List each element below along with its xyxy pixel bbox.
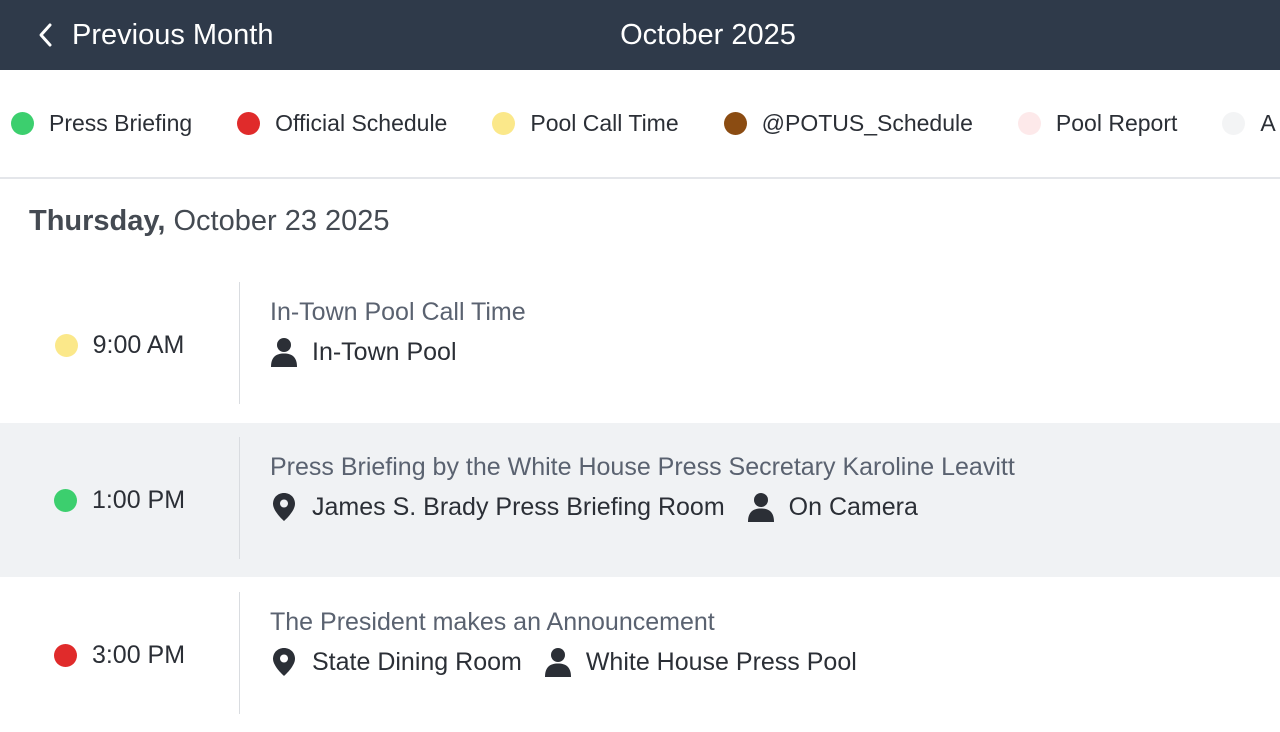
legend-label: Press Briefing xyxy=(49,110,193,136)
legend-item-cut-off[interactable]: A xyxy=(1222,110,1276,137)
event-meta-row: State Dining Room White House Press Pool xyxy=(270,647,879,677)
event-location-text: James S. Brady Press Briefing Room xyxy=(312,492,725,521)
event-location: State Dining Room xyxy=(270,647,522,677)
top-bar: Previous Month October 2025 xyxy=(0,0,1280,70)
event-time: 3:00 PM xyxy=(91,640,186,669)
event-title: Press Briefing by the White House Press … xyxy=(270,453,1015,481)
event-audience-text: In-Town Pool xyxy=(312,337,457,366)
event-meta-row: In-Town Pool xyxy=(270,337,526,367)
event-type-legend: Press Briefing Official Schedule Pool Ca… xyxy=(0,70,1280,179)
event-audience: In-Town Pool xyxy=(270,337,457,367)
event-audience: White House Press Pool xyxy=(544,647,857,677)
event-details: In-Town Pool Call Time In-Town Pool xyxy=(270,298,526,367)
legend-item-official-schedule[interactable]: Official Schedule xyxy=(237,110,447,137)
legend-dot xyxy=(1222,112,1246,135)
event-title: In-Town Pool Call Time xyxy=(270,298,526,326)
event-location: James S. Brady Press Briefing Room xyxy=(270,492,725,522)
legend-dot xyxy=(11,112,34,135)
event-row[interactable]: 1:00 PM Press Briefing by the White Hous… xyxy=(0,423,1280,577)
person-icon xyxy=(271,338,297,367)
event-details: Press Briefing by the White House Press … xyxy=(270,453,1015,522)
event-row[interactable]: 9:00 AM In-Town Pool Call Time In-Town P… xyxy=(0,268,1280,422)
location-pin-icon xyxy=(273,648,295,676)
legend-dot xyxy=(492,112,516,135)
event-audience-text: On Camera xyxy=(788,492,918,521)
legend-item-press-briefing[interactable]: Press Briefing xyxy=(11,110,192,137)
legend-item-pool-call-time[interactable]: Pool Call Time xyxy=(492,110,679,137)
legend-label: @POTUS_Schedule xyxy=(761,110,973,136)
event-meta-row: James S. Brady Press Briefing Room On Ca… xyxy=(270,492,1015,522)
event-audience: On Camera xyxy=(747,492,918,522)
legend-label: Official Schedule xyxy=(275,110,448,136)
divider xyxy=(239,437,240,559)
legend-dot xyxy=(1017,112,1041,135)
event-type-dot xyxy=(54,333,78,357)
event-type-dot xyxy=(53,488,77,512)
event-location-text: State Dining Room xyxy=(312,647,522,676)
legend-item-potus-schedule[interactable]: @POTUS_Schedule xyxy=(723,110,973,137)
event-type-dot xyxy=(53,643,77,667)
previous-month-button[interactable]: Previous Month xyxy=(36,0,274,70)
legend-label: A xyxy=(1260,110,1276,136)
location-pin-icon xyxy=(273,493,295,521)
event-row[interactable]: 3:00 PM The President makes an Announcem… xyxy=(0,578,1280,732)
divider xyxy=(239,282,240,404)
legend-label: Pool Call Time xyxy=(530,110,679,136)
chevron-left-icon xyxy=(39,23,52,47)
person-icon xyxy=(747,493,774,522)
event-title: The President makes an Announcement xyxy=(270,608,715,636)
day-heading: Thursday, October 23 2025 xyxy=(29,205,390,238)
legend-label: Pool Report xyxy=(1055,110,1178,136)
legend-dot xyxy=(723,112,747,135)
day-weekday: Thursday, xyxy=(29,205,166,237)
person-icon xyxy=(544,648,571,677)
event-time-column: 3:00 PM xyxy=(0,578,239,732)
month-title: October 2025 xyxy=(620,18,796,51)
event-audience-text: White House Press Pool xyxy=(585,647,857,676)
event-time-column: 9:00 AM xyxy=(0,268,239,422)
event-time-column: 1:00 PM xyxy=(0,423,239,577)
event-details: The President makes an Announcement Stat… xyxy=(270,608,879,677)
event-time: 9:00 AM xyxy=(92,330,185,359)
event-time: 1:00 PM xyxy=(91,485,186,514)
legend-item-pool-report[interactable]: Pool Report xyxy=(1017,110,1178,137)
previous-month-label: Previous Month xyxy=(72,18,274,51)
day-date: October 23 2025 xyxy=(173,205,390,237)
legend-dot xyxy=(237,112,261,135)
divider xyxy=(239,592,240,714)
